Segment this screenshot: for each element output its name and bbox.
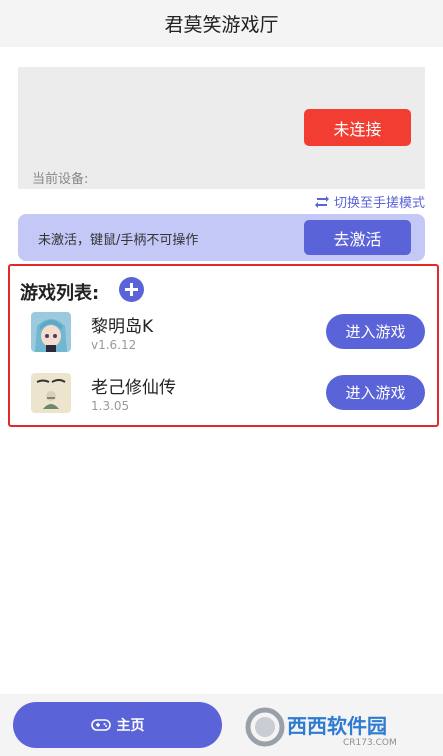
connect-button[interactable]: 未连接 bbox=[304, 109, 411, 146]
watermark-logo: 西西软件园 CR173.COM bbox=[243, 705, 433, 749]
enter-game-button[interactable]: 进入游戏 bbox=[326, 375, 425, 410]
game-thumbnail bbox=[31, 373, 71, 413]
game-name: 老己修仙传 bbox=[91, 378, 176, 398]
gamepad-icon bbox=[90, 719, 111, 731]
watermark-url: CR173.COM bbox=[343, 738, 397, 748]
enter-game-button[interactable]: 进入游戏 bbox=[326, 314, 425, 349]
game-list-title: 游戏列表: bbox=[20, 283, 100, 304]
list-item: 老己修仙传 1.3.05 进入游戏 bbox=[10, 364, 437, 422]
app-header: 君莫笑游戏厅 bbox=[0, 0, 443, 47]
device-panel: 未连接 当前设备: bbox=[18, 67, 425, 189]
bottom-nav: 主页 西西软件园 CR173.COM bbox=[0, 694, 443, 756]
swap-icon bbox=[314, 195, 329, 208]
switch-mode-label: 切换至手搓模式 bbox=[333, 196, 425, 211]
plus-circle-icon[interactable] bbox=[119, 277, 144, 302]
list-item: 黎明岛K v1.6.12 进入游戏 bbox=[10, 303, 437, 361]
game-thumbnail bbox=[31, 312, 71, 352]
watermark-brand: 西西软件园 bbox=[287, 714, 387, 738]
page-title: 君莫笑游戏厅 bbox=[164, 14, 279, 36]
game-version: 1.3.05 bbox=[91, 399, 130, 413]
current-device-label: 当前设备: bbox=[32, 172, 89, 187]
activate-button[interactable]: 去激活 bbox=[304, 220, 411, 255]
game-name: 黎明岛K bbox=[91, 317, 154, 337]
home-tab-button[interactable]: 主页 bbox=[13, 702, 222, 748]
activation-status-text: 未激活，键鼠/手柄不可操作 bbox=[38, 233, 199, 248]
game-list-section: 游戏列表: 黎明岛K v1.6.12 进入游戏 老己修仙传 1.3.05 进入游… bbox=[8, 264, 439, 427]
game-version: v1.6.12 bbox=[91, 338, 137, 352]
home-tab-label: 主页 bbox=[116, 718, 145, 734]
switch-mode-link[interactable]: 切换至手搓模式 bbox=[314, 192, 425, 211]
activation-bar: 未激活，键鼠/手柄不可操作 去激活 bbox=[18, 214, 425, 261]
